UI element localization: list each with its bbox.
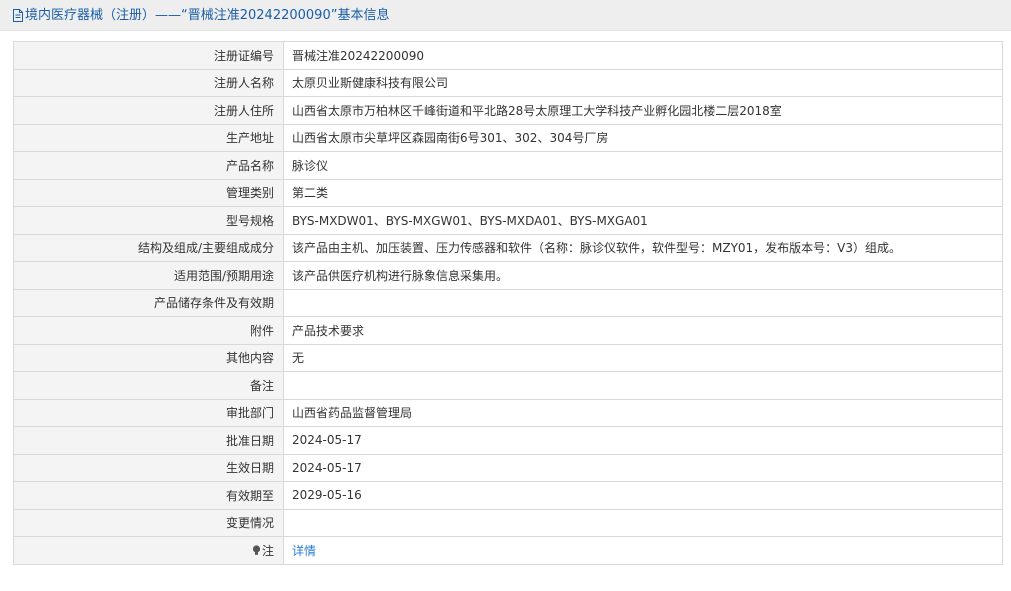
table-row: 管理类别 第二类	[13, 178, 1003, 207]
table-row: 生产地址 山西省太原市尖草坪区森园南街6号301、302、304号厂房	[13, 123, 1003, 152]
table-row: 产品储存条件及有效期	[13, 288, 1003, 317]
page-header: 境内医疗器械（注册）——“晋械注准20242200090”基本信息	[0, 0, 1011, 31]
table-row: 批准日期 2024-05-17	[13, 426, 1003, 455]
field-value	[283, 288, 1003, 317]
field-label: 注册人住所	[13, 96, 284, 125]
table-row: 有效期至 2029-05-16	[13, 481, 1003, 510]
field-value: 晋械注准20242200090	[283, 41, 1003, 70]
table-row: 结构及组成/主要组成成分 该产品由主机、加压装置、压力传感器和软件（名称：脉诊仪软…	[13, 233, 1003, 262]
field-label: 产品名称	[13, 151, 284, 180]
field-label: 批准日期	[13, 426, 284, 455]
field-label: 注册证编号	[13, 41, 284, 70]
detail-table-container: 注册证编号 晋械注准20242200090 注册人名称 太原贝业斯健康科技有限公司 注册…	[13, 41, 1003, 565]
field-value: 脉诊仪	[283, 151, 1003, 180]
table-row: 注册人住所 山西省太原市万柏林区千峰街道和平北路28号太原理工大学科技产业孵化园北…	[13, 96, 1003, 125]
field-label: 生效日期	[13, 453, 284, 482]
field-label: 注册人名称	[13, 68, 284, 97]
page-title: 境内医疗器械（注册）——“晋械注准20242200090”基本信息	[25, 7, 390, 23]
details-link[interactable]: 详情	[292, 544, 316, 558]
field-value: 2029-05-16	[283, 481, 1003, 510]
field-value: 2024-05-17	[283, 453, 1003, 482]
note-label: 注	[261, 543, 274, 558]
field-label: 有效期至	[13, 481, 284, 510]
table-row: 适用范围/预期用途 该产品供医疗机构进行脉象信息采集用。	[13, 261, 1003, 290]
table-row: 注册人名称 太原贝业斯健康科技有限公司	[13, 68, 1003, 97]
field-label: 审批部门	[13, 398, 284, 427]
field-value	[283, 508, 1003, 537]
field-value: BYS-MXDW01、BYS-MXGW01、BYS-MXDA01、BYS-MXG…	[283, 206, 1003, 235]
field-value	[283, 371, 1003, 400]
field-label: 产品储存条件及有效期	[13, 288, 284, 317]
table-row: 注册证编号 晋械注准20242200090	[13, 41, 1003, 70]
table-row: 型号规格 BYS-MXDW01、BYS-MXGW01、BYS-MXDA01、BYS…	[13, 206, 1003, 235]
field-value: 2024-05-17	[283, 426, 1003, 455]
field-value: 该产品由主机、加压装置、压力传感器和软件（名称：脉诊仪软件，软件型号：MZY01…	[283, 233, 1003, 262]
document-icon	[13, 8, 23, 22]
note-label-cell: 注	[13, 536, 284, 565]
table-row: 备注	[13, 371, 1003, 400]
field-value: 无	[283, 343, 1003, 372]
table-row: 审批部门 山西省药品监督管理局	[13, 398, 1003, 427]
field-value: 山西省太原市万柏林区千峰街道和平北路28号太原理工大学科技产业孵化园北楼二层20…	[283, 96, 1003, 125]
field-label: 附件	[13, 316, 284, 345]
table-row: 生效日期 2024-05-17	[13, 453, 1003, 482]
field-label: 适用范围/预期用途	[13, 261, 284, 290]
field-label: 生产地址	[13, 123, 284, 152]
field-value: 山西省药品监督管理局	[283, 398, 1003, 427]
table-row: 变更情况	[13, 508, 1003, 537]
table-row: 产品名称 脉诊仪	[13, 151, 1003, 180]
field-value: 第二类	[283, 178, 1003, 207]
field-label: 管理类别	[13, 178, 284, 207]
field-label: 备注	[13, 371, 284, 400]
field-label: 变更情况	[13, 508, 284, 537]
detail-table: 注册证编号 晋械注准20242200090 注册人名称 太原贝业斯健康科技有限公司 注册…	[13, 41, 1003, 565]
field-label: 结构及组成/主要组成成分	[13, 233, 284, 262]
field-value: 山西省太原市尖草坪区森园南街6号301、302、304号厂房	[283, 123, 1003, 152]
field-value: 该产品供医疗机构进行脉象信息采集用。	[283, 261, 1003, 290]
field-label: 型号规格	[13, 206, 284, 235]
field-value: 产品技术要求	[283, 316, 1003, 345]
table-row: 附件 产品技术要求	[13, 316, 1003, 345]
table-row: 其他内容无	[13, 343, 1003, 372]
lightbulb-icon	[252, 545, 261, 555]
note-value-cell: 详情	[283, 536, 1003, 565]
table-row: 注 详情	[13, 536, 1003, 565]
field-value: 太原贝业斯健康科技有限公司	[283, 68, 1003, 97]
field-label: 其他内容	[13, 343, 284, 372]
